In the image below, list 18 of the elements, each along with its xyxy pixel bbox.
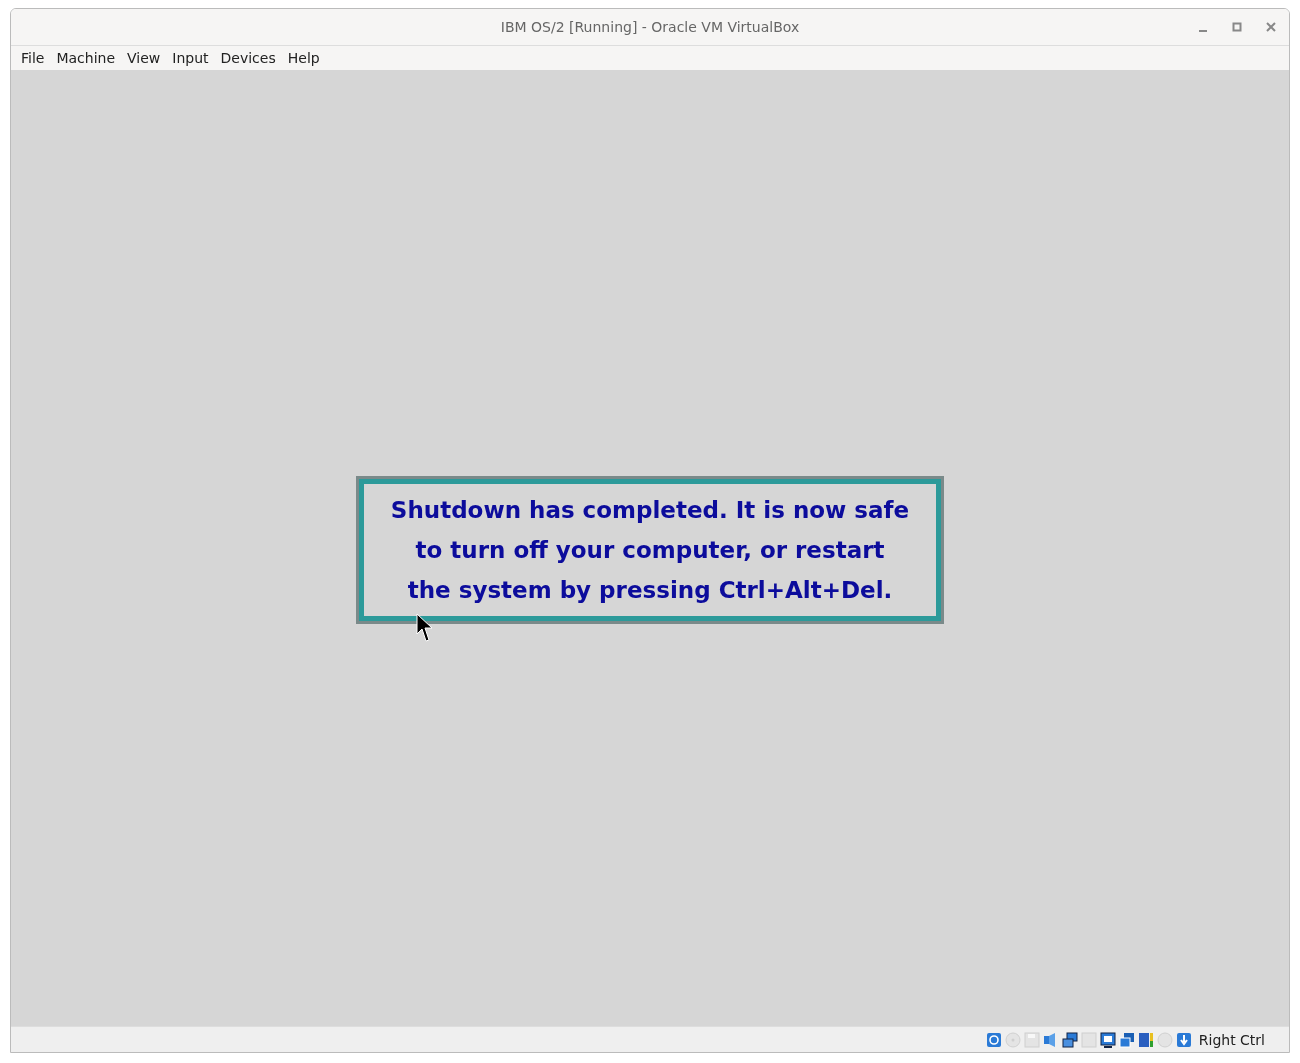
menu-item[interactable]: View	[121, 50, 167, 66]
maximize-icon[interactable]	[1231, 21, 1243, 33]
message-line: Shutdown has completed. It is now safe	[390, 495, 910, 524]
message-line: to turn off your computer, or restart	[415, 535, 885, 564]
disk-indicator-icon[interactable]	[985, 1031, 1002, 1048]
display-indicator-icon[interactable]	[1099, 1031, 1116, 1048]
message-line: the system by pressing Ctrl+Alt+Del.	[407, 575, 893, 604]
menu-item[interactable]: File	[15, 50, 51, 66]
menu-item[interactable]: Help	[281, 50, 326, 66]
mouse-pointer-icon	[416, 613, 434, 643]
menu-item[interactable]: Input	[166, 50, 215, 66]
menu-item[interactable]: Machine	[50, 50, 122, 66]
menu-item[interactable]: Devices	[214, 50, 282, 66]
keyboard-indicator-icon[interactable]	[1175, 1031, 1192, 1048]
host-key-label: Right Ctrl	[1198, 1031, 1265, 1048]
close-icon[interactable]	[1265, 21, 1277, 33]
network-indicator-icon[interactable]	[1061, 1031, 1078, 1048]
window-title: IBM OS/2 [Running] - Oracle VM VirtualBox	[500, 19, 800, 35]
